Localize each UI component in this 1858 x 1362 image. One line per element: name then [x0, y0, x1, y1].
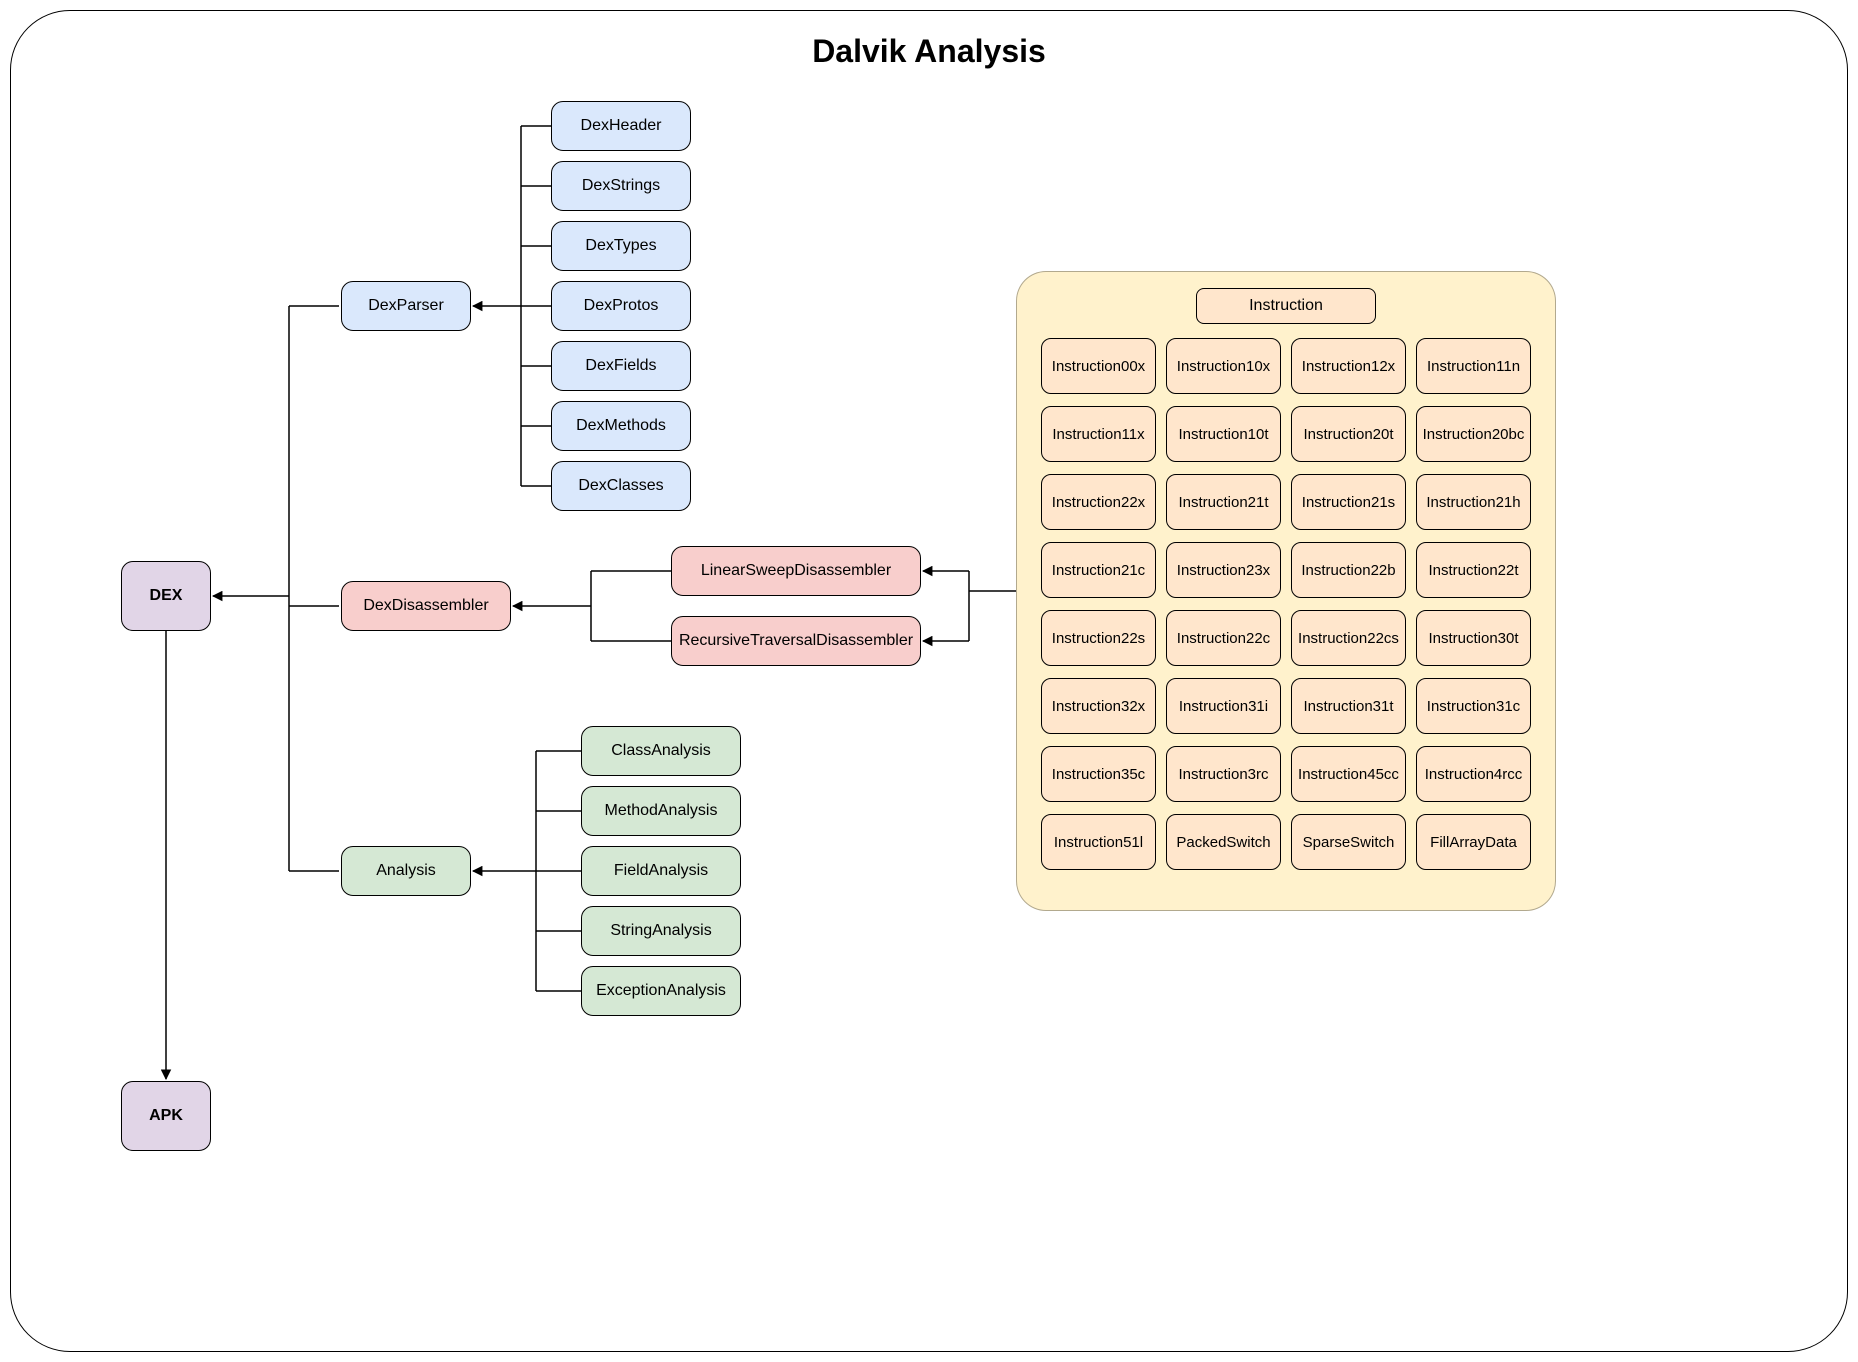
- instruction-cell: Instruction20bc: [1416, 406, 1531, 462]
- instruction-cell: Instruction11x: [1041, 406, 1156, 462]
- instruction-cell: Instruction12x: [1291, 338, 1406, 394]
- node-dexfields: DexFields: [551, 341, 691, 391]
- instruction-cell: SparseSwitch: [1291, 814, 1406, 870]
- instruction-cell: Instruction22cs: [1291, 610, 1406, 666]
- instruction-cell: Instruction22t: [1416, 542, 1531, 598]
- node-exceptionanalysis: ExceptionAnalysis: [581, 966, 741, 1016]
- node-recursivetraversal: RecursiveTraversalDisassembler: [671, 616, 921, 666]
- node-dexclasses: DexClasses: [551, 461, 691, 511]
- instruction-group: Instruction Instruction00xInstruction10x…: [1016, 271, 1556, 911]
- node-dextypes: DexTypes: [551, 221, 691, 271]
- node-stringanalysis: StringAnalysis: [581, 906, 741, 956]
- instruction-cell: Instruction22x: [1041, 474, 1156, 530]
- instruction-cell: Instruction10t: [1166, 406, 1281, 462]
- instruction-cell: Instruction31c: [1416, 678, 1531, 734]
- node-dexdisassembler: DexDisassembler: [341, 581, 511, 631]
- diagram-edges: [11, 11, 1849, 1353]
- instruction-cell: Instruction31i: [1166, 678, 1281, 734]
- instruction-cell: Instruction22s: [1041, 610, 1156, 666]
- instruction-cell: Instruction11n: [1416, 338, 1531, 394]
- node-methodanalysis: MethodAnalysis: [581, 786, 741, 836]
- instruction-cell: Instruction30t: [1416, 610, 1531, 666]
- instruction-cell: Instruction21s: [1291, 474, 1406, 530]
- instruction-cell: Instruction21t: [1166, 474, 1281, 530]
- instruction-cell: PackedSwitch: [1166, 814, 1281, 870]
- instruction-cell: Instruction31t: [1291, 678, 1406, 734]
- instruction-cell: Instruction21h: [1416, 474, 1531, 530]
- instruction-cell: Instruction45cc: [1291, 746, 1406, 802]
- node-dexstrings: DexStrings: [551, 161, 691, 211]
- instruction-cell: Instruction22c: [1166, 610, 1281, 666]
- instruction-cell: Instruction32x: [1041, 678, 1156, 734]
- node-dexprotos: DexProtos: [551, 281, 691, 331]
- instruction-cell: Instruction22b: [1291, 542, 1406, 598]
- node-dexparser: DexParser: [341, 281, 471, 331]
- node-dex: DEX: [121, 561, 211, 631]
- node-analysis: Analysis: [341, 846, 471, 896]
- instruction-cell: Instruction35c: [1041, 746, 1156, 802]
- diagram-title: Dalvik Analysis: [11, 33, 1847, 70]
- node-apk: APK: [121, 1081, 211, 1151]
- node-classanalysis: ClassAnalysis: [581, 726, 741, 776]
- diagram-container: Dalvik Analysis DEX APK DexParser DexDis…: [10, 10, 1848, 1352]
- instruction-cell: Instruction3rc: [1166, 746, 1281, 802]
- instruction-cell: Instruction51l: [1041, 814, 1156, 870]
- instruction-cell: Instruction10x: [1166, 338, 1281, 394]
- instruction-grid: Instruction00xInstruction10xInstruction1…: [1041, 338, 1531, 870]
- node-dexmethods: DexMethods: [551, 401, 691, 451]
- node-fieldanalysis: FieldAnalysis: [581, 846, 741, 896]
- node-dexheader: DexHeader: [551, 101, 691, 151]
- instruction-cell: Instruction00x: [1041, 338, 1156, 394]
- instruction-cell: FillArrayData: [1416, 814, 1531, 870]
- node-linearsweep: LinearSweepDisassembler: [671, 546, 921, 596]
- instruction-cell: Instruction4rcc: [1416, 746, 1531, 802]
- instruction-cell: Instruction21c: [1041, 542, 1156, 598]
- instruction-cell: Instruction23x: [1166, 542, 1281, 598]
- instruction-cell: Instruction20t: [1291, 406, 1406, 462]
- instruction-header: Instruction: [1196, 288, 1376, 324]
